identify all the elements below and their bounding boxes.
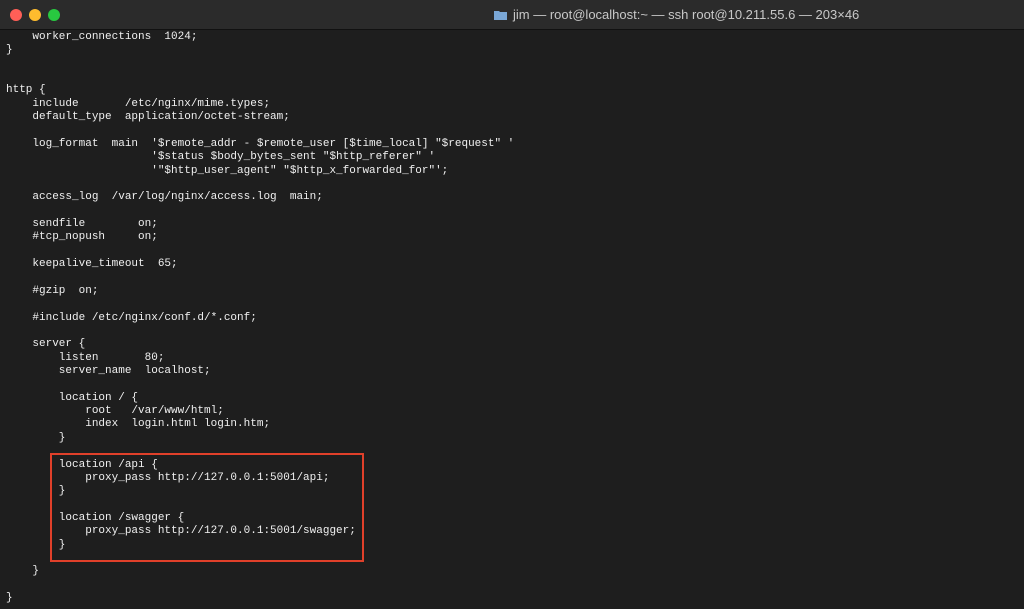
terminal-line: #gzip on; (6, 284, 99, 297)
terminal-line: server { (6, 338, 86, 351)
terminal-line: server_name localhost; (6, 364, 211, 377)
terminal-line: } (6, 431, 66, 444)
terminal-line: include /etc/nginx/mime.types; (6, 97, 271, 110)
terminal-line: root /var/www/html; (6, 405, 224, 418)
minimize-button[interactable] (29, 9, 41, 21)
folder-icon (494, 10, 507, 20)
terminal-line: #tcp_nopush on; (6, 231, 158, 244)
terminal-line: log_format main '$remote_addr - $remote_… (6, 137, 515, 150)
terminal-line: listen 80; (6, 351, 165, 364)
terminal-line: location / { (6, 391, 139, 404)
terminal-line: '$status $body_bytes_sent "$http_referer… (6, 151, 436, 164)
terminal-line: worker_connections 1024; (6, 31, 198, 43)
highlight-box (50, 453, 364, 562)
terminal-window: jim — root@localhost:~ — ssh root@10.211… (0, 0, 1024, 609)
terminal-line: http { (6, 84, 46, 97)
terminal-line: index login.html login.htm; (6, 418, 271, 431)
terminal-line: #include /etc/nginx/conf.d/*.conf; (6, 311, 257, 324)
terminal-line: sendfile on; (6, 218, 158, 231)
terminal-line: '"$http_user_agent" "$http_x_forwarded_f… (6, 164, 449, 177)
terminal-line: access_log /var/log/nginx/access.log mai… (6, 191, 323, 204)
close-button[interactable] (10, 9, 22, 21)
zoom-button[interactable] (48, 9, 60, 21)
terminal-line: } (6, 565, 40, 578)
terminal-line: keepalive_timeout 65; (6, 258, 178, 271)
window-title-text: jim — root@localhost:~ — ssh root@10.211… (513, 7, 860, 22)
window-title: jim — root@localhost:~ — ssh root@10.211… (494, 0, 859, 29)
title-bar[interactable]: jim — root@localhost:~ — ssh root@10.211… (0, 0, 1024, 30)
terminal-line: } (6, 44, 13, 57)
terminal-line: } (6, 592, 13, 605)
terminal-line: default_type application/octet-stream; (6, 111, 290, 124)
